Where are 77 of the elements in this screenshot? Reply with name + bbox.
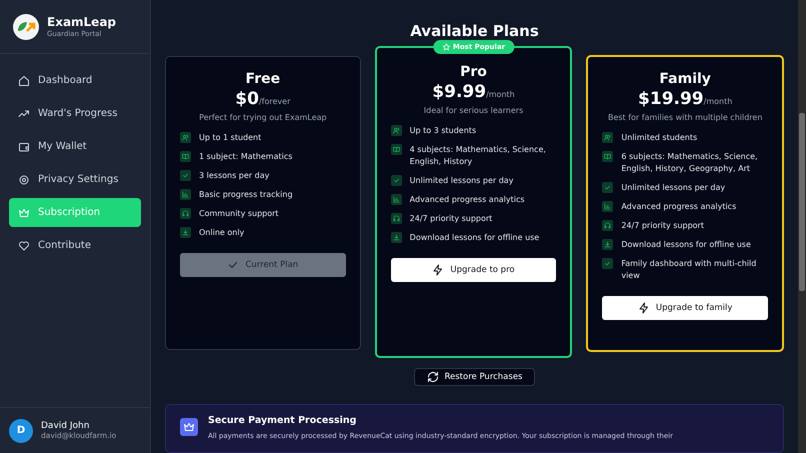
brand-name: ExamLeap [47, 15, 116, 29]
download-icon [390, 232, 402, 243]
download-icon [602, 239, 614, 250]
feature-text: Community support [199, 208, 279, 220]
feature-text: Advanced progress analytics [410, 194, 525, 206]
page-title: Available Plans [410, 22, 539, 40]
plan-name: Pro [460, 64, 487, 80]
heart-icon [18, 240, 30, 252]
sidebar-item[interactable]: My Wallet [9, 132, 141, 161]
plan-price: $0 [235, 89, 259, 109]
headset-icon [180, 208, 191, 219]
plan-tagline: Perfect for trying out ExamLeap [199, 113, 327, 122]
feature-text: Up to 3 students [410, 125, 476, 137]
price-period: /month [704, 97, 732, 106]
check-icon [602, 182, 614, 193]
users-icon [390, 125, 402, 136]
restore-purchases-button[interactable]: Restore Purchases [414, 368, 536, 386]
check-icon [602, 258, 614, 269]
sidebar-item[interactable]: Ward's Progress [9, 99, 141, 128]
logo-icon [13, 14, 39, 40]
user-name: David John [41, 421, 90, 431]
feature-text: 24/7 priority support [410, 213, 492, 225]
crown-icon [18, 206, 30, 218]
feature-text: Online only [199, 227, 244, 239]
check-icon [390, 175, 402, 186]
feature-text: 3 lessons per day [199, 170, 270, 182]
feature-text: Unlimited lessons per day [410, 175, 514, 187]
feature-text: 1 subject: Mathematics [199, 151, 292, 163]
feature-text: Unlimited lessons per day [621, 182, 726, 194]
plan-tagline: Best for families with multiple children [608, 113, 762, 122]
check-icon [180, 170, 191, 181]
book-icon [390, 144, 402, 155]
headset-icon [602, 220, 614, 231]
feature-text: Basic progress tracking [199, 189, 293, 201]
scrollbar-thumb[interactable] [799, 113, 805, 291]
home-icon [18, 74, 30, 86]
book-icon [602, 151, 614, 162]
lightning-icon [638, 302, 650, 314]
plan-tagline: Ideal for serious learners [424, 106, 524, 115]
secure-title: Secure Payment Processing [208, 414, 358, 426]
plan-price: $9.99 [432, 82, 486, 102]
headset-icon [390, 213, 402, 224]
feature-text: 24/7 priority support [621, 220, 704, 232]
price-period: /forever [258, 97, 290, 106]
bar-chart-icon [390, 194, 402, 205]
plan-name: Family [659, 71, 711, 87]
trend-icon [18, 108, 30, 120]
lightning-icon [432, 264, 444, 276]
sidebar-item[interactable]: Dashboard [9, 66, 141, 95]
price-period: /month [486, 90, 515, 99]
crown-icon [180, 418, 198, 436]
feature-text: Up to 1 student [199, 132, 262, 144]
wallet-icon [18, 140, 30, 152]
star-icon [442, 43, 450, 51]
feature-text: Download lessons for offline use [621, 239, 751, 251]
upgrade-button[interactable]: Upgrade to pro [390, 258, 556, 282]
feature-text: 6 subjects: Mathematics, Science, English, History, Geography, Art [621, 151, 759, 175]
bar-chart-icon [180, 189, 191, 200]
book-icon [180, 151, 191, 162]
plan-price: $19.99 [638, 89, 704, 109]
plan-name: Free [246, 71, 280, 87]
feature-text: Download lessons for offline use [410, 232, 540, 244]
user-avatar: D [9, 418, 33, 442]
sidebar-item[interactable]: Contribute [9, 231, 141, 260]
feature-text: 4 subjects: Mathematics, Science, English, History [410, 144, 547, 168]
feature-text: Unlimited students [621, 132, 698, 144]
bar-chart-icon [602, 201, 614, 212]
scrollbar[interactable] [798, 0, 806, 453]
feature-text: Advanced progress analytics [621, 201, 736, 213]
refresh-icon [426, 370, 438, 383]
upgrade-button[interactable]: Upgrade to family [602, 296, 768, 320]
users-icon [602, 132, 614, 143]
check-icon [227, 259, 240, 271]
feature-text: Family dashboard with multi-child view [621, 258, 758, 282]
users-icon [180, 132, 191, 143]
download-icon [180, 227, 191, 238]
sidebar-item[interactable]: Privacy Settings [9, 165, 141, 194]
